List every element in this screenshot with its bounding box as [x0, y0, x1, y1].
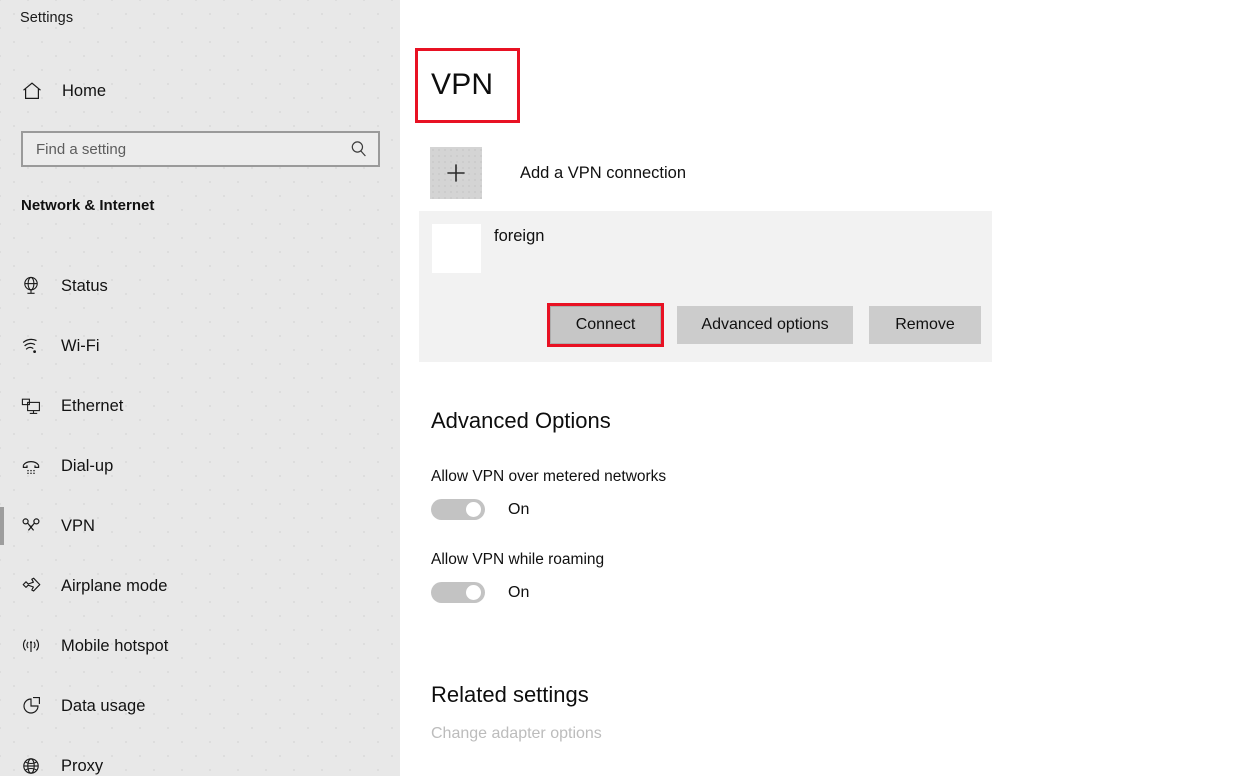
plus-icon — [430, 147, 482, 199]
sidebar-item-ethernet[interactable]: Ethernet — [0, 376, 400, 436]
airplane-icon — [18, 573, 44, 599]
sidebar-item-home[interactable]: Home — [0, 72, 400, 110]
change-adapter-options-link[interactable]: Change adapter options — [431, 725, 602, 743]
hotspot-icon — [18, 633, 44, 659]
sidebar-item-data-usage[interactable]: Data usage — [0, 676, 400, 736]
allow-vpn-over-metered-networks-toggle[interactable] — [431, 499, 485, 520]
sidebar-item-data-usage-label: Data usage — [61, 697, 145, 716]
home-icon — [20, 79, 44, 103]
wifi-icon — [18, 333, 44, 359]
search-box[interactable] — [21, 131, 380, 167]
toggle-knob — [466, 502, 481, 517]
main-content: VPN Add a VPN connection foreign Connect… — [400, 0, 1235, 776]
page-title: VPN — [431, 68, 493, 102]
sidebar-item-proxy[interactable]: Proxy — [0, 736, 400, 776]
sidebar-item-airplane-mode[interactable]: Airplane mode — [0, 556, 400, 616]
globe-icon — [18, 753, 44, 776]
sidebar-item-ethernet-label: Ethernet — [61, 397, 123, 416]
advanced-options-heading: Advanced Options — [431, 408, 611, 434]
sidebar-item-mobile-hotspot[interactable]: Mobile hotspot — [0, 616, 400, 676]
connect-button[interactable]: Connect — [550, 306, 661, 344]
sidebar-section-heading: Network & Internet — [21, 197, 154, 214]
dialup-phone-icon — [18, 453, 44, 479]
toggle-state-label: On — [508, 584, 529, 602]
toggle-state-label: On — [508, 501, 529, 519]
sidebar-item-airplane-mode-label: Airplane mode — [61, 577, 167, 596]
search-icon[interactable] — [344, 134, 374, 164]
sidebar-item-mobile-hotspot-label: Mobile hotspot — [61, 637, 168, 656]
add-vpn-connection-button[interactable]: Add a VPN connection — [430, 147, 686, 199]
option-label: Allow VPN while roaming — [431, 551, 604, 569]
sidebar-nav: Status Wi-Fi — [0, 256, 400, 776]
pie-chart-icon — [18, 693, 44, 719]
toggle-row: On — [431, 499, 666, 520]
sidebar: Settings Home Network & Internet — [0, 0, 400, 776]
add-vpn-connection-label: Add a VPN connection — [520, 164, 686, 183]
sidebar-item-vpn-label: VPN — [61, 517, 95, 536]
vpn-connection-actions: Connect Advanced options Remove — [419, 306, 992, 344]
toggle-row: On — [431, 582, 604, 603]
toggle-knob — [466, 585, 481, 600]
sidebar-item-status[interactable]: Status — [0, 256, 400, 316]
settings-window: Settings Home Network & Internet — [0, 0, 1235, 776]
sidebar-item-vpn[interactable]: VPN — [0, 496, 400, 556]
ethernet-icon — [18, 393, 44, 419]
sidebar-item-wifi-label: Wi-Fi — [61, 337, 99, 356]
vpn-connection-name: foreign — [494, 227, 544, 246]
vpn-connection-card[interactable]: foreign Connect Advanced options Remove — [419, 211, 992, 362]
app-title: Settings — [20, 10, 73, 26]
option-allow-vpn-while-roaming: Allow VPN while roaming On — [431, 551, 604, 603]
allow-vpn-while-roaming-toggle[interactable] — [431, 582, 485, 603]
remove-button[interactable]: Remove — [869, 306, 981, 344]
sidebar-item-dialup-label: Dial-up — [61, 457, 113, 476]
globe-monitor-icon — [18, 273, 44, 299]
sidebar-item-dialup[interactable]: Dial-up — [0, 436, 400, 496]
search-input[interactable] — [34, 133, 344, 165]
option-label: Allow VPN over metered networks — [431, 468, 666, 486]
advanced-options-button[interactable]: Advanced options — [677, 306, 853, 344]
related-settings-heading: Related settings — [431, 682, 589, 708]
sidebar-item-status-label: Status — [61, 277, 108, 296]
option-allow-vpn-over-metered-networks: Allow VPN over metered networks On — [431, 468, 666, 520]
vpn-icon — [18, 513, 44, 539]
sidebar-item-home-label: Home — [62, 82, 106, 101]
sidebar-item-wifi[interactable]: Wi-Fi — [0, 316, 400, 376]
sidebar-item-proxy-label: Proxy — [61, 757, 103, 776]
selection-indicator — [0, 507, 4, 545]
vpn-connection-icon — [432, 224, 481, 273]
